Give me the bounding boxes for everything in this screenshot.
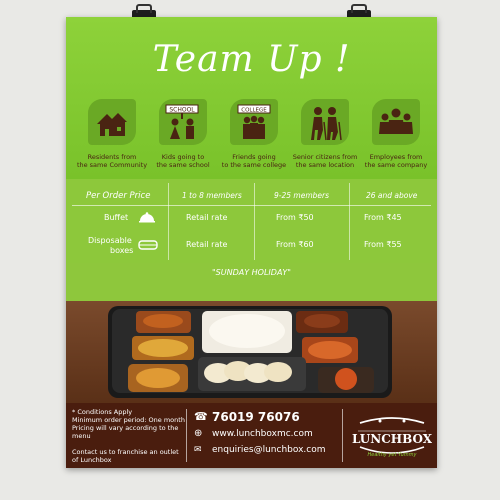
audience-label: Residents from the same Community <box>76 153 148 169</box>
poster-header: Team Up ! Residents from the same Communi… <box>66 17 437 179</box>
audience-label: Employees from the same company <box>364 153 428 169</box>
divider <box>168 183 169 260</box>
franchise-note: Contact us to franchise an outlet of Lun… <box>72 448 179 464</box>
price-cell: From ₹45 <box>364 213 402 222</box>
pricing-heading: Per Order Price <box>86 191 151 201</box>
cloche-icon <box>139 212 155 223</box>
audience-label: Friends going to the same college <box>221 153 287 169</box>
column-header: 26 and above <box>366 191 418 200</box>
website[interactable]: www.lunchboxmc.com <box>212 429 313 439</box>
svg-text:LUNCHBOX: LUNCHBOX <box>352 432 432 446</box>
poster: Team Up ! Residents from the same Communi… <box>66 17 437 468</box>
audience-residents: Residents from the same Community <box>74 99 147 174</box>
price-cell: From ₹55 <box>364 240 402 249</box>
audience-icons: Residents fromthe same Community SCHOOL <box>74 99 429 174</box>
divider <box>72 205 431 206</box>
audience-label: Kids going to the same school <box>156 153 210 169</box>
lunchbox-logo: LUNCHBOX Healthy yet Yummy <box>352 417 432 458</box>
audience-label: Senior citizens from the same location <box>292 153 358 169</box>
globe-icon: ⊕ <box>194 428 203 439</box>
senior-citizens-icon <box>301 99 349 145</box>
row-label: Disposable boxes <box>88 236 134 255</box>
audience-kids: SCHOOL Kids going to the same school <box>145 99 216 174</box>
column-header: 1 to 8 members <box>182 191 242 200</box>
school-kids-icon: SCHOOL <box>159 99 207 145</box>
house-icon <box>88 99 136 145</box>
price-cell: Retail rate <box>186 213 228 222</box>
email[interactable]: enquiries@lunchbox.com <box>212 445 326 455</box>
svg-text:SCHOOL: SCHOOL <box>169 107 195 114</box>
conditions: * Conditions Apply Minimum order period:… <box>72 408 185 440</box>
college-friends-icon: COLLEGE <box>230 99 278 145</box>
box-icon <box>138 240 158 250</box>
employees-icon <box>372 99 420 145</box>
row-label: Buffet <box>104 213 129 222</box>
audience-college: COLLEGE Friends going to the same college <box>216 99 287 174</box>
divider <box>186 409 187 462</box>
divider <box>349 183 350 260</box>
price-cell: Retail rate <box>186 240 228 249</box>
price-cell: From ₹50 <box>276 213 314 222</box>
svg-text:Healthy yet Yummy: Healthy yet Yummy <box>367 452 417 458</box>
price-cell: From ₹60 <box>276 240 314 249</box>
column-header: 9-25 members <box>274 191 329 200</box>
pricing-table: Per Order Price 1 to 8 members 9-25 memb… <box>66 179 437 263</box>
thali-tray-image <box>108 306 392 398</box>
phone-number: 76019 76076 <box>212 410 300 424</box>
food-image: "SUNDAY HOLIDAY" <box>66 263 437 403</box>
svg-text:COLLEGE: COLLEGE <box>241 108 267 114</box>
sunday-holiday-note: "SUNDAY HOLIDAY" <box>212 268 291 277</box>
audience-seniors: Senior citizens from the same location <box>287 99 358 174</box>
footer: * Conditions Apply Minimum order period:… <box>66 403 437 468</box>
audience-employees: Employees from the same company <box>358 99 429 174</box>
divider <box>254 183 255 260</box>
divider <box>342 409 343 462</box>
poster-title: Team Up ! <box>152 39 351 80</box>
phone-icon: ☎ <box>194 410 208 423</box>
mail-icon: ✉ <box>194 445 202 455</box>
